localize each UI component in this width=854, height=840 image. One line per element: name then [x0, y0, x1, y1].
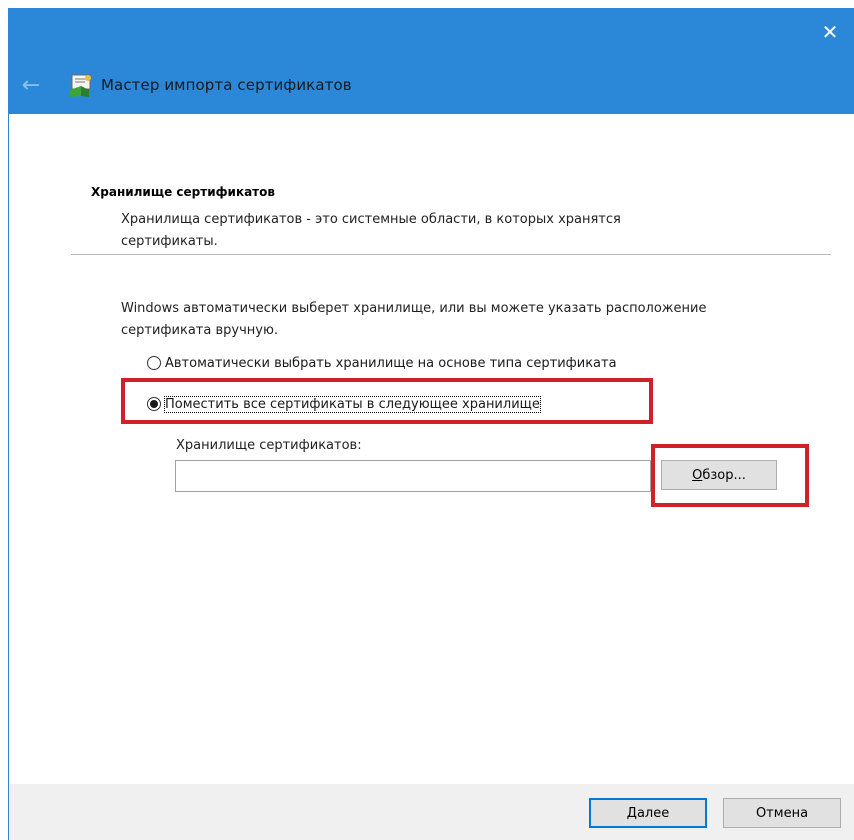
certificate-wizard-icon — [70, 74, 91, 97]
wizard-window: ✕ ← Мастер импорта сертификатов Хранилищ… — [8, 8, 854, 840]
next-accel: Д — [626, 805, 637, 821]
back-arrow-icon[interactable]: ← — [15, 74, 47, 98]
cancel-button[interactable]: Отмена — [723, 798, 841, 828]
highlight-box-browse — [651, 444, 809, 507]
header-divider — [71, 254, 831, 255]
section-header: Хранилище сертификатов — [91, 185, 275, 199]
store-input[interactable] — [175, 460, 651, 492]
radio-auto-circle[interactable] — [147, 356, 161, 370]
intro-text: Windows автоматически выберет хранилище,… — [121, 301, 707, 338]
highlight-box-radio — [121, 378, 653, 424]
radio-auto-store[interactable]: Автоматически выбрать хранилище на основ… — [147, 352, 617, 374]
next-button[interactable]: Далее — [589, 798, 707, 828]
footer-bar: Далее Отмена — [9, 784, 854, 840]
close-icon[interactable]: ✕ — [814, 16, 846, 48]
next-label: алее — [636, 805, 670, 821]
store-field-label: Хранилище сертификатов: — [176, 438, 362, 453]
radio-auto-label[interactable]: Автоматически выбрать хранилище на основ… — [165, 356, 617, 371]
title-bar: ✕ ← Мастер импорта сертификатов — [9, 8, 854, 114]
section-description: Хранилища сертификатов - это системные о… — [121, 212, 621, 249]
wizard-title: Мастер импорта сертификатов — [101, 76, 352, 94]
